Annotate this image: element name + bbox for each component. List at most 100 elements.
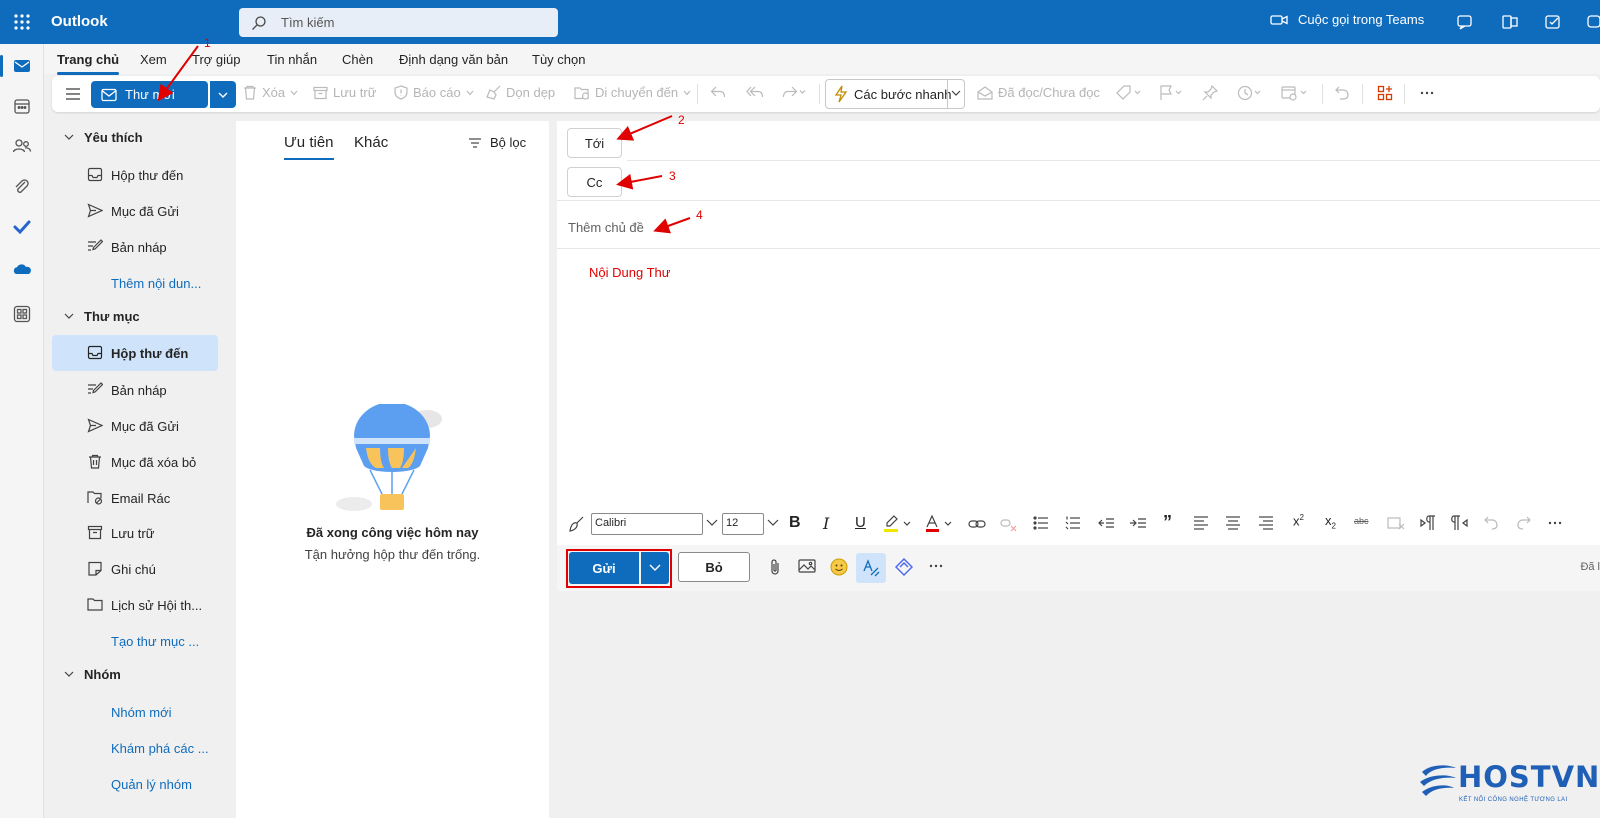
forward-icon[interactable]: [782, 85, 806, 99]
filter-button[interactable]: Bộ lọc: [468, 135, 526, 150]
report-button[interactable]: Báo cáo: [394, 85, 474, 100]
rtl-icon[interactable]: [1451, 515, 1469, 535]
format-painter-icon[interactable]: [567, 515, 585, 535]
more-options-icon[interactable]: [928, 558, 944, 574]
quote-icon[interactable]: ”: [1163, 512, 1172, 532]
decrease-indent-icon[interactable]: [1097, 515, 1115, 535]
folder-deleted[interactable]: Mục đã xóa bỏ: [52, 444, 218, 480]
numbered-list-icon[interactable]: [1065, 515, 1081, 535]
send-button[interactable]: Gửi: [569, 552, 639, 584]
chevron-down-icon[interactable]: [706, 519, 718, 539]
folder-conversation-history[interactable]: Lịch sử Hội th...: [52, 587, 218, 623]
font-color-icon[interactable]: [925, 515, 955, 535]
more-formatting-icon[interactable]: [1547, 515, 1563, 535]
chevron-down-icon[interactable]: [767, 519, 779, 539]
tab-insert[interactable]: Chèn: [342, 52, 373, 67]
calendar-icon[interactable]: [12, 96, 32, 116]
tab-message[interactable]: Tin nhắn: [267, 52, 317, 67]
editor-icon[interactable]: [856, 553, 886, 583]
new-mail-dropdown[interactable]: [210, 81, 236, 108]
folder-sent[interactable]: Mục đã Gửi: [52, 408, 218, 444]
reply-icon[interactable]: [710, 85, 726, 99]
search-input[interactable]: [281, 8, 541, 37]
clear-formatting-icon[interactable]: [1387, 515, 1405, 535]
tab-options[interactable]: Tùy chọn: [532, 52, 585, 67]
feedback-icon[interactable]: [1586, 12, 1600, 32]
link-icon[interactable]: [968, 515, 986, 535]
subject-input[interactable]: [568, 217, 1468, 237]
fav-sent[interactable]: Mục đã Gửi: [52, 193, 218, 229]
fav-inbox[interactable]: Hộp thư đến: [52, 157, 218, 193]
fav-drafts[interactable]: Bản nháp: [52, 229, 218, 265]
app-launcher-icon[interactable]: [12, 12, 32, 32]
folder-notes[interactable]: Ghi chú: [52, 551, 218, 587]
subscript-icon[interactable]: x2: [1325, 513, 1336, 533]
move-to-button[interactable]: Di chuyển đến: [574, 85, 691, 100]
loop-component-icon[interactable]: [895, 558, 913, 576]
reply-all-icon[interactable]: [746, 85, 764, 99]
folder-archive[interactable]: Lưu trữ: [52, 515, 218, 551]
sweep-button[interactable]: Dọn dẹp: [486, 85, 555, 100]
teams-call-button[interactable]: Cuộc gọi trong Teams: [1270, 12, 1424, 27]
todo-icon[interactable]: [12, 217, 32, 237]
people-icon[interactable]: [12, 136, 32, 156]
mail-icon[interactable]: [12, 56, 32, 76]
favorites-header[interactable]: Yêu thích: [64, 130, 143, 145]
bold-icon[interactable]: B: [789, 514, 801, 534]
highlight-icon[interactable]: [883, 515, 913, 535]
onedrive-icon[interactable]: [12, 259, 32, 279]
manage-groups-link[interactable]: Quản lý nhóm: [52, 766, 218, 802]
snooze-icon[interactable]: [1237, 85, 1263, 101]
discard-button[interactable]: Bỏ: [678, 552, 750, 582]
apps-icon[interactable]: [12, 304, 32, 324]
align-right-icon[interactable]: [1258, 515, 1274, 535]
add-ins-icon[interactable]: [1377, 85, 1393, 101]
font-name-select[interactable]: Calibri: [591, 513, 703, 535]
message-body[interactable]: Nội Dung Thư: [589, 265, 670, 280]
tab-other[interactable]: Khác: [354, 134, 388, 151]
insert-picture-icon[interactable]: [798, 558, 816, 574]
menu-icon[interactable]: [64, 85, 82, 103]
flag-icon[interactable]: [1158, 85, 1184, 101]
tab-help[interactable]: Trợ giúp: [192, 52, 241, 67]
cc-button[interactable]: Cc: [567, 167, 622, 197]
remove-link-icon[interactable]: [1000, 515, 1018, 535]
increase-indent-icon[interactable]: [1129, 515, 1147, 535]
read-unread-button[interactable]: Đã đọc/Chưa đọc: [977, 85, 1100, 100]
italic-icon[interactable]: I: [823, 514, 829, 534]
superscript-icon[interactable]: x2: [1293, 513, 1304, 533]
undo-icon[interactable]: [1334, 85, 1350, 101]
folder-inbox[interactable]: Hộp thư đến: [52, 335, 218, 371]
quick-steps-button[interactable]: Các bước nhanh: [825, 79, 965, 109]
chat-icon[interactable]: [1455, 12, 1475, 32]
new-group-link[interactable]: Nhóm mới: [52, 694, 218, 730]
rules-icon[interactable]: [1281, 85, 1309, 101]
delete-button[interactable]: Xóa: [243, 85, 298, 100]
send-options-dropdown[interactable]: [641, 552, 669, 584]
folder-drafts[interactable]: Bản nháp: [52, 372, 218, 408]
new-mail-button[interactable]: Thư mới: [91, 81, 208, 108]
align-left-icon[interactable]: [1193, 515, 1209, 535]
create-folder-link[interactable]: Tạo thư mục ...: [52, 623, 218, 659]
attachment-icon[interactable]: [12, 177, 32, 197]
emoji-icon[interactable]: [830, 558, 848, 576]
office-icon[interactable]: [1500, 12, 1520, 32]
undo-icon[interactable]: [1483, 515, 1499, 535]
redo-icon[interactable]: [1516, 515, 1532, 535]
app-title[interactable]: Outlook: [51, 13, 108, 30]
pin-icon[interactable]: [1202, 85, 1218, 101]
quick-steps-dropdown[interactable]: [947, 79, 964, 109]
tab-format-text[interactable]: Định dạng văn bản: [399, 52, 508, 67]
folders-header[interactable]: Thư mục: [64, 309, 140, 324]
strikethrough-icon[interactable]: abc: [1354, 516, 1369, 536]
bullet-list-icon[interactable]: [1033, 515, 1049, 535]
search-box[interactable]: [239, 8, 558, 37]
underline-icon[interactable]: U: [855, 514, 866, 534]
tab-view[interactable]: Xem: [140, 52, 167, 67]
notes-icon[interactable]: [1543, 12, 1563, 32]
to-button[interactable]: Tới: [567, 128, 622, 158]
folder-junk[interactable]: Email Rác: [52, 480, 218, 516]
groups-header[interactable]: Nhóm: [64, 667, 121, 682]
more-options-icon[interactable]: [1419, 85, 1435, 101]
tab-home[interactable]: Trang chủ: [57, 52, 120, 75]
